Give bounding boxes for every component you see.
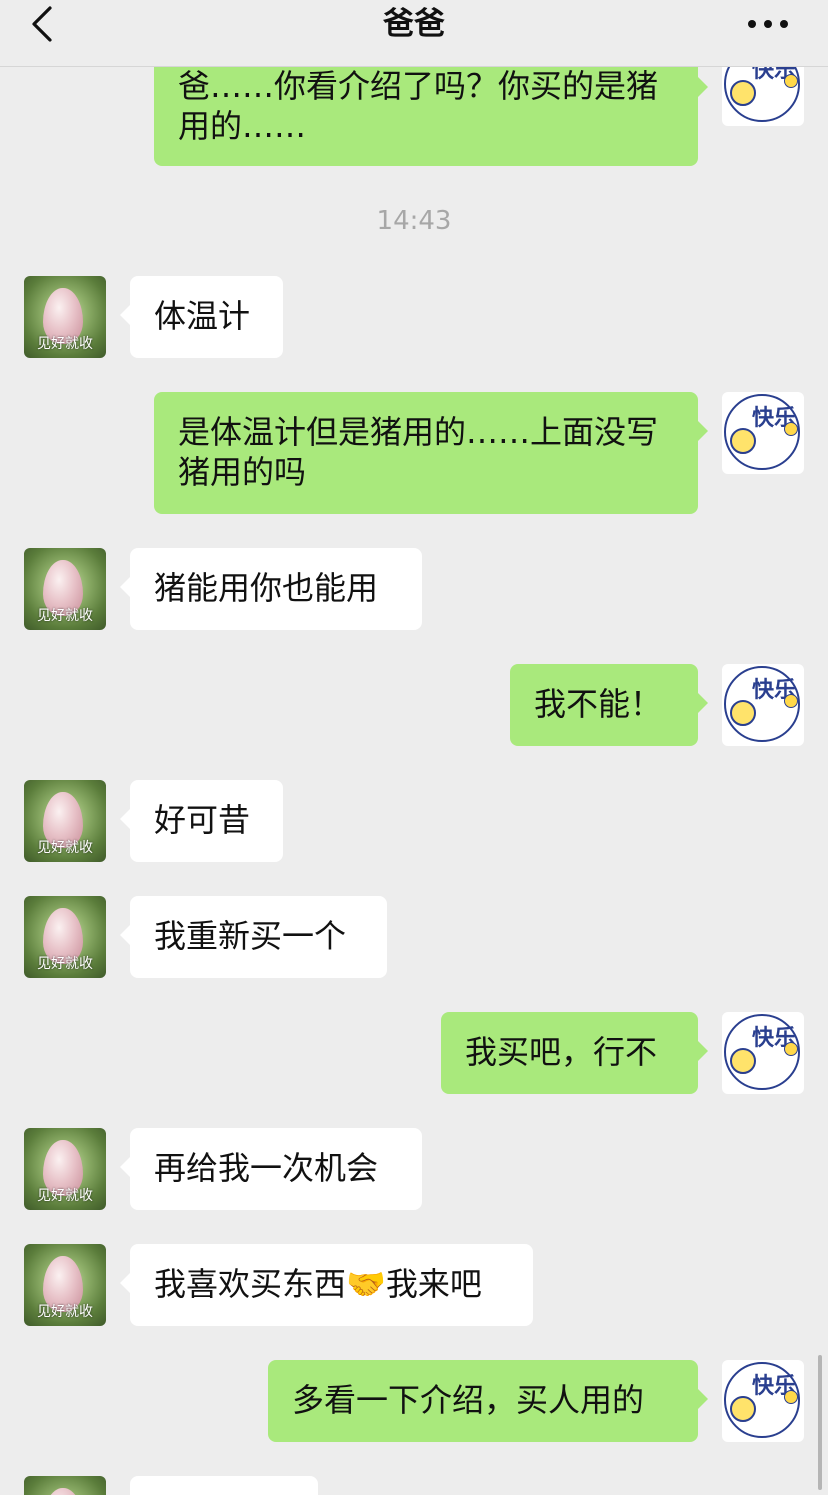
message-bubble-incoming[interactable]: 体温计 bbox=[120, 276, 283, 358]
message-bubble-outgoing[interactable]: 是体温计但是猪用的……上面没写 猪用的吗 bbox=[154, 392, 708, 514]
message-bubble-incoming[interactable]: 再给我一次机会 bbox=[120, 1128, 422, 1210]
message-bubble-incoming[interactable]: 我重新买一个 bbox=[120, 896, 387, 978]
chat-header: 爸爸 bbox=[0, 0, 828, 67]
avatar-me[interactable]: 快乐 bbox=[722, 392, 804, 474]
message-bubble-outgoing[interactable]: 我不能！ bbox=[510, 664, 708, 746]
lotus-bud-image bbox=[43, 1488, 83, 1495]
message-bubble-incoming[interactable]: 好可昔 bbox=[120, 780, 283, 862]
avatar-caption: 见好就收 bbox=[37, 840, 93, 856]
message-timestamp: 14:43 bbox=[376, 206, 452, 236]
avatar-dad[interactable]: 见好就收 bbox=[24, 780, 106, 862]
avatar-caption: 见好就收 bbox=[37, 336, 93, 352]
smiley-icon bbox=[784, 1390, 798, 1404]
message-bubble-outgoing[interactable]: 我买吧，行不 bbox=[441, 1012, 708, 1094]
duck-icon bbox=[730, 428, 756, 454]
avatar-dad[interactable]: 见好就收 bbox=[24, 896, 106, 978]
message-bubble-outgoing[interactable]: 多看一下介绍，买人用的 bbox=[268, 1360, 708, 1442]
avatar-caption: 见好就收 bbox=[37, 956, 93, 972]
avatar-caption: 见好就收 bbox=[37, 1188, 93, 1204]
message-bubble-incoming[interactable]: 猪能用你也能用 bbox=[120, 548, 422, 630]
message-bubble-incoming-partial[interactable] bbox=[130, 1476, 318, 1495]
avatar-me[interactable]: 快乐 bbox=[722, 664, 804, 746]
avatar-caption: 见好就收 bbox=[37, 1304, 93, 1320]
avatar-dad[interactable] bbox=[24, 1476, 106, 1495]
smiley-icon bbox=[784, 74, 798, 88]
smiley-icon bbox=[784, 694, 798, 708]
smiley-icon bbox=[784, 422, 798, 436]
message-bubble-incoming[interactable]: 我喜欢买东西🤝我来吧 bbox=[120, 1244, 533, 1326]
chat-screen: 爸爸 14:43 爸……你看介绍了吗？你买的是猪 用的…… 快乐 见好就收 体温… bbox=[0, 0, 828, 1495]
avatar-dad[interactable]: 见好就收 bbox=[24, 548, 106, 630]
chat-title: 爸爸 bbox=[383, 6, 445, 42]
avatar-dad[interactable]: 见好就收 bbox=[24, 1128, 106, 1210]
avatar-dad[interactable]: 见好就收 bbox=[24, 1244, 106, 1326]
scrollbar[interactable] bbox=[818, 1355, 822, 1490]
avatar-caption: 见好就收 bbox=[37, 608, 93, 624]
avatar-dad[interactable]: 见好就收 bbox=[24, 276, 106, 358]
duck-icon bbox=[730, 1048, 756, 1074]
avatar-me[interactable]: 快乐 bbox=[722, 1012, 804, 1094]
duck-icon bbox=[730, 80, 756, 106]
more-button[interactable] bbox=[744, 14, 792, 34]
smiley-icon bbox=[784, 1042, 798, 1056]
duck-icon bbox=[730, 700, 756, 726]
avatar-me[interactable]: 快乐 bbox=[722, 1360, 804, 1442]
more-dots-icon bbox=[748, 20, 788, 28]
duck-icon bbox=[730, 1396, 756, 1422]
